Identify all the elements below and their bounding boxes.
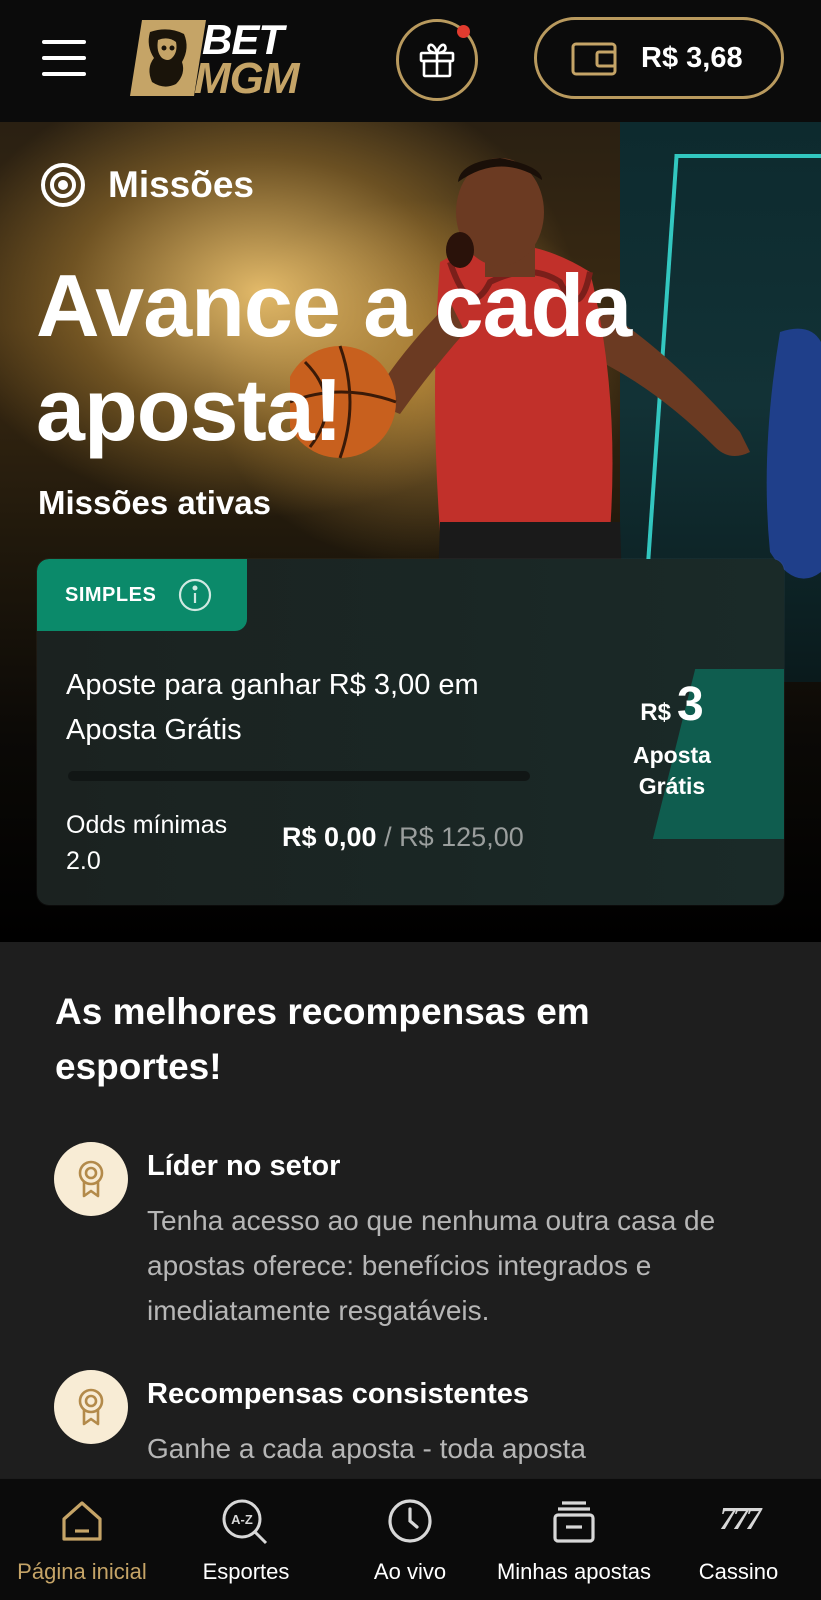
mission-progress-bar xyxy=(68,771,530,781)
nav-label-live: Ao vivo xyxy=(373,1559,447,1584)
rewards-title: As melhores recompensas em esportes! xyxy=(55,991,590,1087)
page: BET MGM R$ 3,68 Missões Avance a cada ap… xyxy=(0,0,821,1600)
feature-text: Ganhe a cada aposta - toda aposta xyxy=(147,1433,586,1464)
mission-reward: R$ 3 Aposta Grátis xyxy=(597,677,747,802)
reward-currency: R$ xyxy=(640,699,671,726)
az-search-icon: A-Z xyxy=(222,1499,268,1545)
mission-card[interactable]: SIMPLES Aposte para ganhar R$ 3,00 em Ap… xyxy=(37,559,784,905)
notification-dot xyxy=(457,25,470,38)
nav-item-casino[interactable]: 777 Cassino xyxy=(656,1479,821,1600)
reward-value: R$ 3 xyxy=(597,677,747,732)
target-icon xyxy=(41,163,85,207)
svg-text:A-Z: A-Z xyxy=(231,1512,253,1527)
menu-icon[interactable] xyxy=(42,40,86,76)
mission-type-badge: SIMPLES xyxy=(37,559,247,631)
nav-label-sports: Esportes xyxy=(202,1559,290,1584)
progress-separator: / xyxy=(384,822,392,852)
nav-label-home: Página inicial xyxy=(17,1559,147,1584)
feature-text: Tenha acesso ao que nenhuma outra casa d… xyxy=(147,1205,716,1326)
info-icon[interactable] xyxy=(178,578,212,612)
wallet-balance-button[interactable]: R$ 3,68 xyxy=(534,17,784,99)
progress-current: R$ 0,00 xyxy=(282,822,377,852)
badge-label: SIMPLES xyxy=(65,583,157,606)
missions-section-label: Missões xyxy=(40,162,254,208)
clock-icon xyxy=(388,1499,432,1543)
rewards-section: As melhores recompensas em esportes! Líd… xyxy=(0,942,821,1482)
award-ribbon-icon xyxy=(54,1370,128,1444)
gift-icon xyxy=(419,43,455,78)
slots-777-icon: 777 xyxy=(719,1500,766,1536)
missions-hero: Missões Avance a cada aposta! Missões at… xyxy=(0,122,821,942)
missions-label: Missões xyxy=(108,164,255,205)
svg-text:777: 777 xyxy=(719,1500,763,1536)
progress-target: R$ 125,00 xyxy=(399,822,524,852)
hero-title: Avance a cada aposta! xyxy=(36,256,632,459)
nav-item-sports[interactable]: A-Z Esportes xyxy=(164,1479,328,1600)
minimum-odds: Odds mínimas 2.0 xyxy=(66,811,228,875)
nav-label-casino: Cassino xyxy=(698,1559,779,1584)
award-ribbon-icon xyxy=(54,1142,128,1216)
progress-amount: R$ 0,00 / R$ 125,00 xyxy=(282,822,524,853)
bet-slips-icon xyxy=(553,1501,595,1543)
betmgm-logo[interactable]: BET MGM xyxy=(128,16,308,103)
active-missions-title: Missões ativas xyxy=(38,484,271,521)
nav-item-my-bets[interactable]: Minhas apostas xyxy=(492,1479,656,1600)
nav-item-home[interactable]: Página inicial xyxy=(0,1479,164,1600)
top-header: BET MGM R$ 3,68 xyxy=(0,0,821,122)
bottom-navigation: Página inicial A-Z Esportes Ao vivo Minh… xyxy=(0,1478,821,1600)
gift-button[interactable] xyxy=(396,19,478,101)
logo-text-mgm: MGM xyxy=(194,54,300,103)
wallet-icon xyxy=(571,42,617,76)
feature-title: Líder no setor xyxy=(147,1150,341,1182)
home-icon xyxy=(62,1501,102,1541)
reward-amount: 3 xyxy=(676,678,704,731)
feature-title: Recompensas consistentes xyxy=(147,1378,529,1410)
balance-amount: R$ 3,68 xyxy=(641,42,743,74)
mission-description: Aposte para ganhar R$ 3,00 em Aposta Grá… xyxy=(66,669,479,746)
nav-label-my-bets: Minhas apostas xyxy=(496,1559,652,1584)
reward-label: Aposta Grátis xyxy=(633,742,711,799)
nav-item-live[interactable]: Ao vivo xyxy=(328,1479,492,1600)
